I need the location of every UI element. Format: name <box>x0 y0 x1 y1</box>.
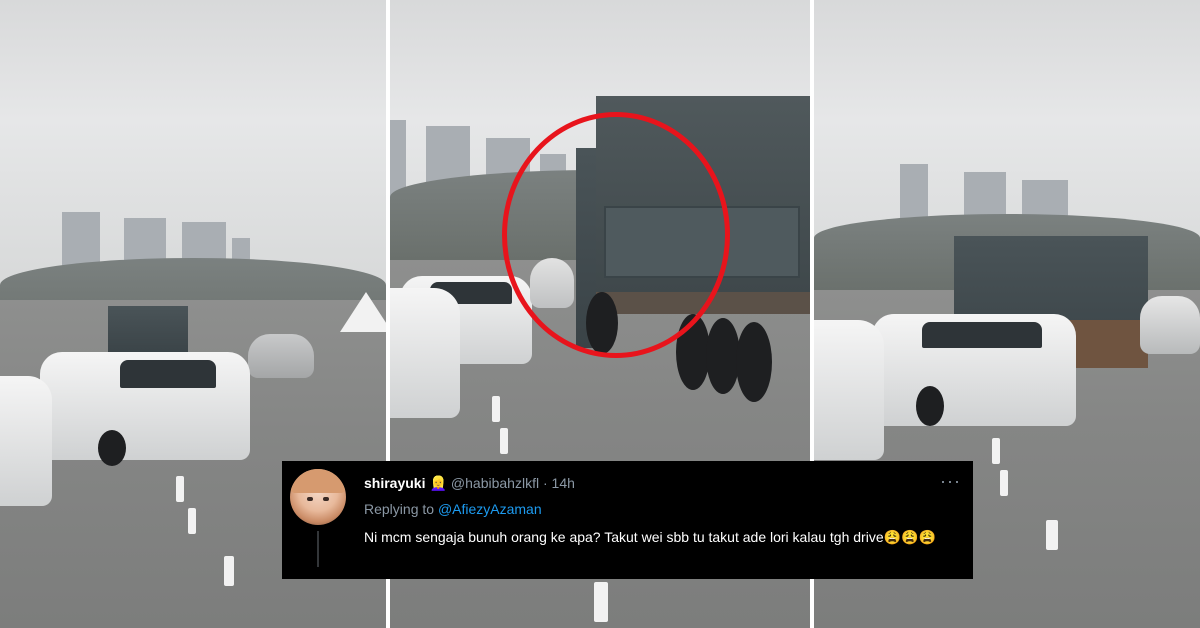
tweet-card[interactable]: shirayuki 👱‍♀️ @habibahzlkfl · 14h ··· Rep… <box>282 461 973 579</box>
separator: · <box>542 475 548 491</box>
thread-line <box>317 531 319 567</box>
truck <box>108 306 188 356</box>
car <box>0 376 52 506</box>
lane-marking <box>500 428 508 454</box>
car <box>248 334 314 378</box>
lane-marking <box>1000 470 1008 496</box>
car-wheel <box>916 386 944 426</box>
name-emoji: 👱‍♀️ <box>429 475 447 491</box>
avatar-eye <box>307 497 313 501</box>
tweet-header: shirayuki 👱‍♀️ @habibahzlkfl · 14h <box>364 475 575 492</box>
lane-marking <box>1046 520 1058 550</box>
lane-marking <box>188 508 196 534</box>
mention-link[interactable]: @AfiezyAzaman <box>438 501 542 517</box>
user-handle[interactable]: @habibahzlkfl <box>451 475 539 491</box>
lane-marking <box>492 396 500 422</box>
lane-marking <box>176 476 184 502</box>
car-wheel <box>98 430 126 466</box>
lane-marking <box>992 438 1000 464</box>
car <box>390 288 460 418</box>
avatar-eye <box>323 497 329 501</box>
avatar-hair <box>290 469 346 493</box>
tent <box>340 292 386 332</box>
avatar[interactable] <box>290 469 346 525</box>
tweet-text: Ni mcm sengaja bunuh orang ke apa? Takut… <box>364 529 936 545</box>
highlight-circle <box>502 112 730 358</box>
car <box>1140 296 1200 354</box>
replying-to: Replying to @AfiezyAzaman <box>364 501 542 517</box>
more-horizontal-icon[interactable]: ··· <box>940 471 961 492</box>
car-rear-window <box>922 322 1042 348</box>
lane-marking <box>594 582 608 622</box>
replying-prefix: Replying to <box>364 501 438 517</box>
car <box>814 320 884 460</box>
display-name[interactable]: shirayuki <box>364 475 425 491</box>
car-rear-window <box>120 360 216 388</box>
truck-rear <box>1064 320 1148 368</box>
lane-marking <box>224 556 234 586</box>
truck-wheel <box>706 318 740 394</box>
truck-wheel <box>736 322 772 402</box>
timestamp[interactable]: 14h <box>552 475 575 491</box>
